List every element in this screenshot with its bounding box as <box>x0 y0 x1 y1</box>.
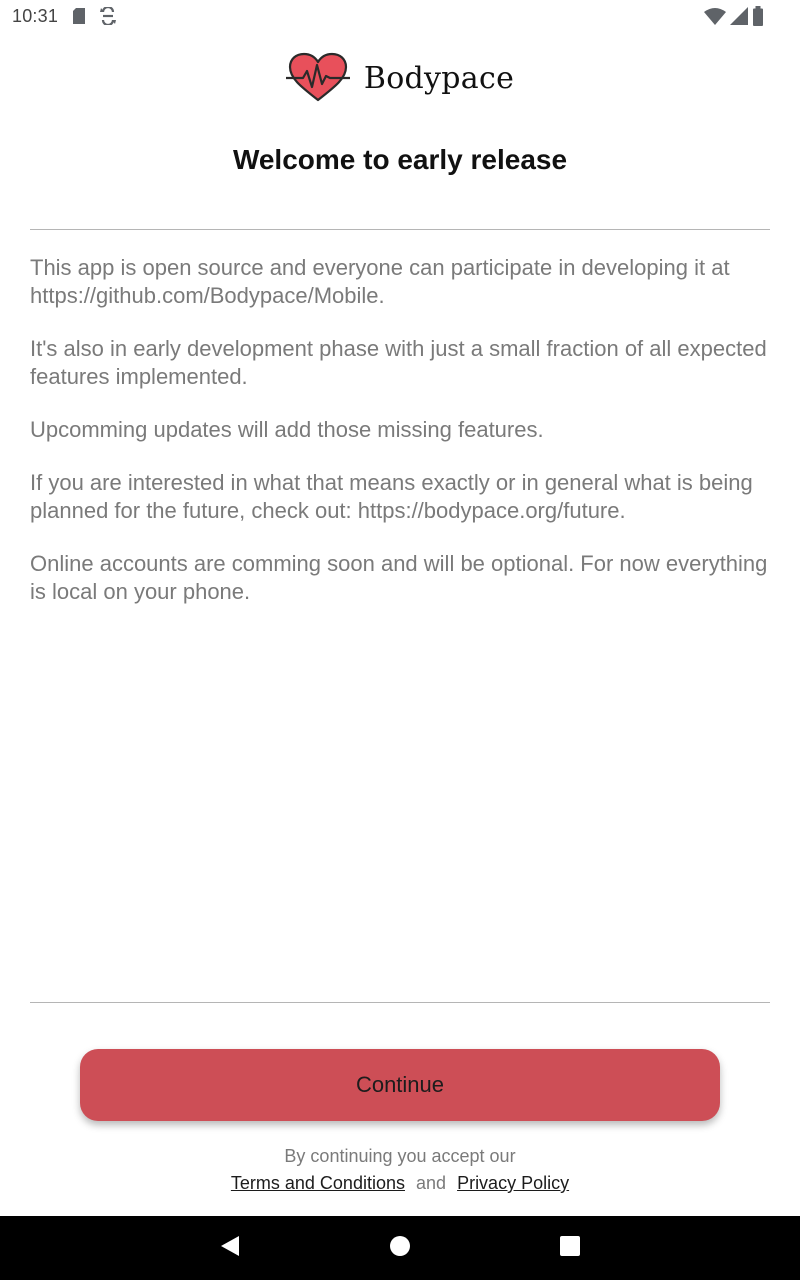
wifi-icon <box>704 7 726 25</box>
recents-icon <box>560 1235 580 1261</box>
heart-pulse-icon <box>285 52 350 104</box>
navigation-bar <box>0 1216 800 1280</box>
terms-link[interactable]: Terms and Conditions <box>231 1173 405 1193</box>
back-icon <box>220 1235 240 1262</box>
status-bar: 10:31 <box>0 0 800 32</box>
bottom-divider <box>30 1002 770 1003</box>
brand-name: Bodypace <box>363 60 515 96</box>
status-right <box>704 6 764 26</box>
status-time: 10:31 <box>12 5 59 26</box>
legal-prefix: By continuing you accept our <box>284 1146 516 1166</box>
brand-header: Bodypace <box>0 50 800 106</box>
paragraph-online-accounts: Online accounts are comming soon and wil… <box>30 551 768 604</box>
paragraph-future-plans: If you are interested in what that means… <box>30 470 753 523</box>
home-icon <box>389 1235 411 1262</box>
screen: 10:31 Bodypace Welcome to early release … <box>0 0 800 1280</box>
top-divider <box>30 229 770 230</box>
back-button[interactable] <box>190 1216 270 1280</box>
recents-button[interactable] <box>530 1216 610 1280</box>
status-left: 10:31 <box>12 5 117 27</box>
home-button[interactable] <box>360 1216 440 1280</box>
page-title: Welcome to early release <box>232 144 568 175</box>
content-body: This app is open source and everyone can… <box>30 254 775 631</box>
paragraph-open-source: This app is open source and everyone can… <box>30 255 730 308</box>
privacy-link[interactable]: Privacy Policy <box>457 1173 569 1193</box>
sync-icon <box>100 7 117 25</box>
continue-button[interactable]: Continue <box>80 1049 720 1121</box>
paragraph-upcoming-updates: Upcomming updates will add those missing… <box>30 417 544 442</box>
battery-icon <box>752 6 764 26</box>
legal-and: and <box>416 1173 447 1193</box>
signal-icon <box>730 7 748 25</box>
paragraph-early-development: It's also in early development phase wit… <box>30 336 767 389</box>
sd-card-icon <box>72 8 86 24</box>
legal-links: Terms and Conditions and Privacy Policy <box>0 1173 800 1194</box>
